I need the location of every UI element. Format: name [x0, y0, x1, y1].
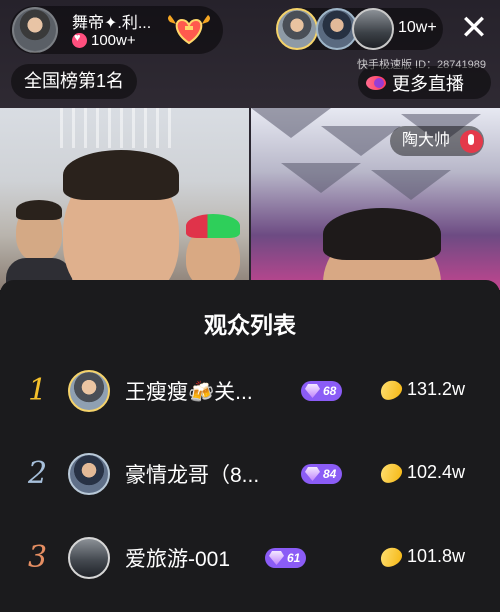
contribution-score: 131.2w	[407, 379, 466, 399]
host-name[interactable]: 舞帝✦.利...	[72, 9, 151, 33]
audience-list-sheet: 观众列表 1 王瘦瘦🍻关... 68 131.2w 2 豪情龙哥（8... 84…	[0, 280, 500, 612]
national-rank-badge[interactable]: 全国榜第1名	[11, 64, 138, 99]
more-live-label: 更多直播	[392, 73, 464, 94]
ceiling-panel	[281, 163, 361, 193]
ceiling-panel	[321, 126, 401, 156]
main-person-hair	[63, 150, 179, 200]
close-icon[interactable]: ✕	[455, 9, 493, 47]
audience-row[interactable]: 3 爱旅游-001 61 101.8w	[0, 530, 500, 590]
heart-icon	[72, 32, 87, 48]
coin-icon	[376, 543, 406, 571]
gem-icon	[305, 384, 320, 398]
viewer-avatar-3[interactable]	[352, 8, 394, 50]
host-likes: 100w+	[72, 32, 136, 49]
gem-icon	[269, 551, 284, 565]
follow-heart-badge-icon[interactable]	[166, 12, 212, 46]
more-live-button[interactable]: 更多直播	[358, 66, 491, 99]
rank-number: 2	[28, 456, 48, 491]
ceiling-panel	[251, 108, 331, 138]
host-likes-count: 100w+	[91, 32, 136, 49]
rank-number: 3	[28, 540, 48, 575]
audience-list-title: 观众列表	[204, 312, 296, 338]
avatar[interactable]	[68, 537, 110, 579]
mic-icon[interactable]	[460, 130, 483, 153]
audience-name[interactable]: 王瘦瘦🍻关...	[125, 376, 253, 406]
level-badge: 84	[301, 464, 343, 484]
level-value: 68	[323, 384, 337, 398]
avatar[interactable]	[68, 370, 110, 412]
ceiling-panel	[371, 170, 451, 200]
host-avatar[interactable]	[12, 7, 58, 53]
level-value: 61	[287, 551, 301, 565]
contribution-score: 101.8w	[407, 546, 466, 566]
chandelier-decor	[60, 108, 180, 148]
left-video-feed[interactable]	[0, 108, 249, 290]
guest-person-hair	[323, 208, 441, 260]
bg-person-right-hair	[186, 214, 240, 238]
level-badge: 68	[301, 381, 343, 401]
audience-row[interactable]: 1 王瘦瘦🍻关... 68 131.2w	[0, 363, 500, 423]
live-bubble-icon	[366, 75, 386, 90]
rank-number: 1	[28, 373, 48, 408]
coin-icon	[376, 376, 406, 404]
level-badge: 61	[265, 548, 307, 568]
viewer-count[interactable]: 10w+	[398, 19, 437, 37]
avatar[interactable]	[68, 453, 110, 495]
level-value: 84	[323, 467, 337, 481]
gem-icon	[305, 467, 320, 481]
audience-name[interactable]: 爱旅游-001	[125, 543, 230, 573]
contribution-score: 102.4w	[407, 462, 466, 482]
coin-icon	[376, 459, 406, 487]
bg-person-left-hair	[16, 200, 62, 220]
viewer-avatar-1[interactable]	[276, 8, 318, 50]
audience-row[interactable]: 2 豪情龙哥（8... 84 102.4w	[0, 446, 500, 506]
audience-name[interactable]: 豪情龙哥（8...	[125, 459, 259, 489]
